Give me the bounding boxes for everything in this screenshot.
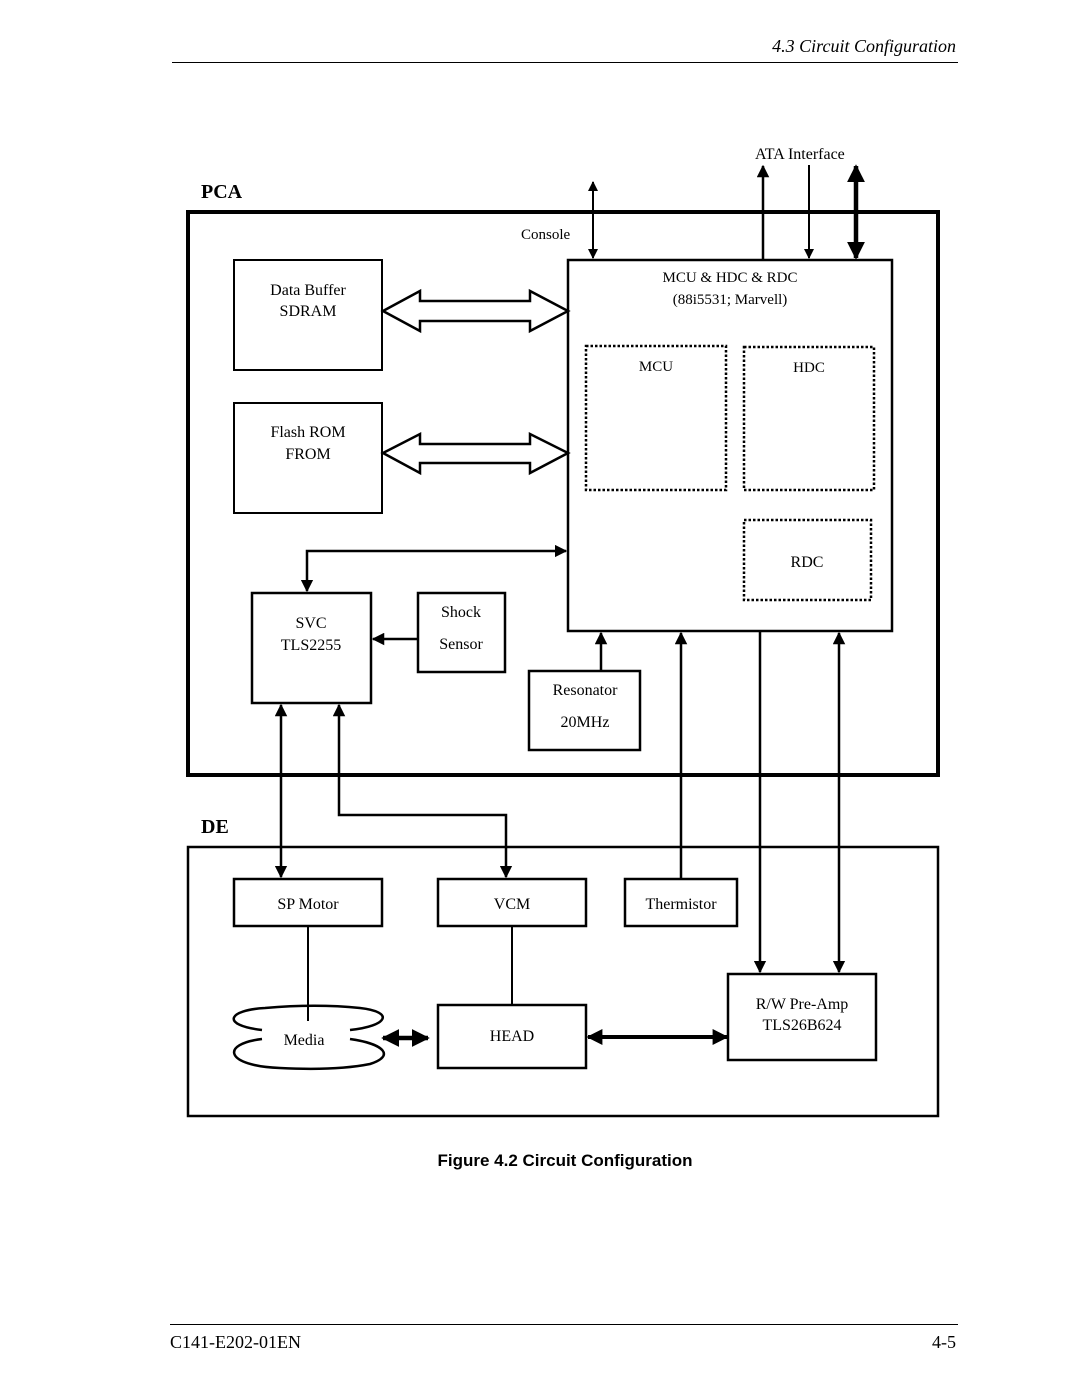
rw-preamp-line2: TLS26B624 [762, 1017, 841, 1034]
data-buffer-block: Data Buffer SDRAM [233, 259, 383, 371]
figure-caption: Figure 4.2 Circuit Configuration [437, 1151, 693, 1170]
document-page: 4.3 Circuit Configuration PCA DE ATA Int… [0, 0, 1080, 1397]
data-buffer-line1: Data Buffer [270, 282, 346, 299]
sp-motor-label: SP Motor [277, 896, 339, 913]
rdc-label: RDC [791, 554, 824, 571]
svc-mcu-arrow [300, 544, 568, 593]
document-id: C141-E202-01EN [170, 1332, 301, 1352]
shock-sensor-line2: Sensor [439, 636, 483, 653]
flash-rom-line1: Flash ROM [270, 424, 345, 441]
mcu-hdc-rdc-part: (88i5531; Marvell) [673, 292, 788, 308]
vcm-block: VCM [436, 877, 588, 928]
head-label: HEAD [490, 1028, 534, 1045]
vcm-label: VCM [494, 896, 530, 913]
shock-sensor-block: Shock Sensor [416, 591, 507, 674]
svc-line2: TLS2255 [281, 637, 341, 654]
mcu-label: MCU [639, 359, 673, 375]
data-buffer-bus-arrow [380, 288, 571, 334]
resonator-line2: 20MHz [561, 714, 610, 731]
svc-line1: SVC [295, 615, 326, 632]
ata-interface-label: ATA Interface [755, 146, 845, 163]
svc-vcm-arrow [332, 703, 513, 879]
de-label: DE [201, 816, 229, 838]
thermistor-block: Thermistor [623, 877, 739, 928]
thermistor-label: Thermistor [645, 896, 717, 913]
shock-sensor-line1: Shock [441, 604, 481, 621]
hdc-label: HDC [793, 360, 825, 376]
sp-motor-block: SP Motor [232, 877, 384, 928]
page-number: 4-5 [932, 1332, 956, 1352]
rw-preamp-line1: R/W Pre-Amp [756, 996, 849, 1013]
console-label: Console [521, 227, 571, 243]
data-buffer-line2: SDRAM [280, 303, 337, 320]
flash-rom-line2: FROM [285, 446, 330, 463]
resonator-block: Resonator 20MHz [527, 669, 642, 752]
rw-preamp-block: R/W Pre-Amp TLS26B624 [726, 972, 878, 1062]
footer-rule [170, 1324, 958, 1325]
flash-rom-block: Flash ROM FROM [233, 402, 383, 514]
media-label: Media [284, 1032, 325, 1049]
mcu-hdc-rdc-title: MCU & HDC & RDC [662, 270, 797, 286]
pca-label: PCA [201, 181, 243, 203]
flash-rom-bus-arrow [380, 431, 571, 476]
resonator-line1: Resonator [553, 682, 619, 699]
mcu-hdc-rdc-block: MCU & HDC & RDC (88i5531; Marvell) [566, 258, 894, 633]
circuit-diagram: PCA DE ATA Interface Console MCU & HDC &… [186, 146, 940, 1118]
head-block: HEAD [436, 1003, 588, 1070]
svc-block: SVC TLS2255 [250, 591, 373, 705]
